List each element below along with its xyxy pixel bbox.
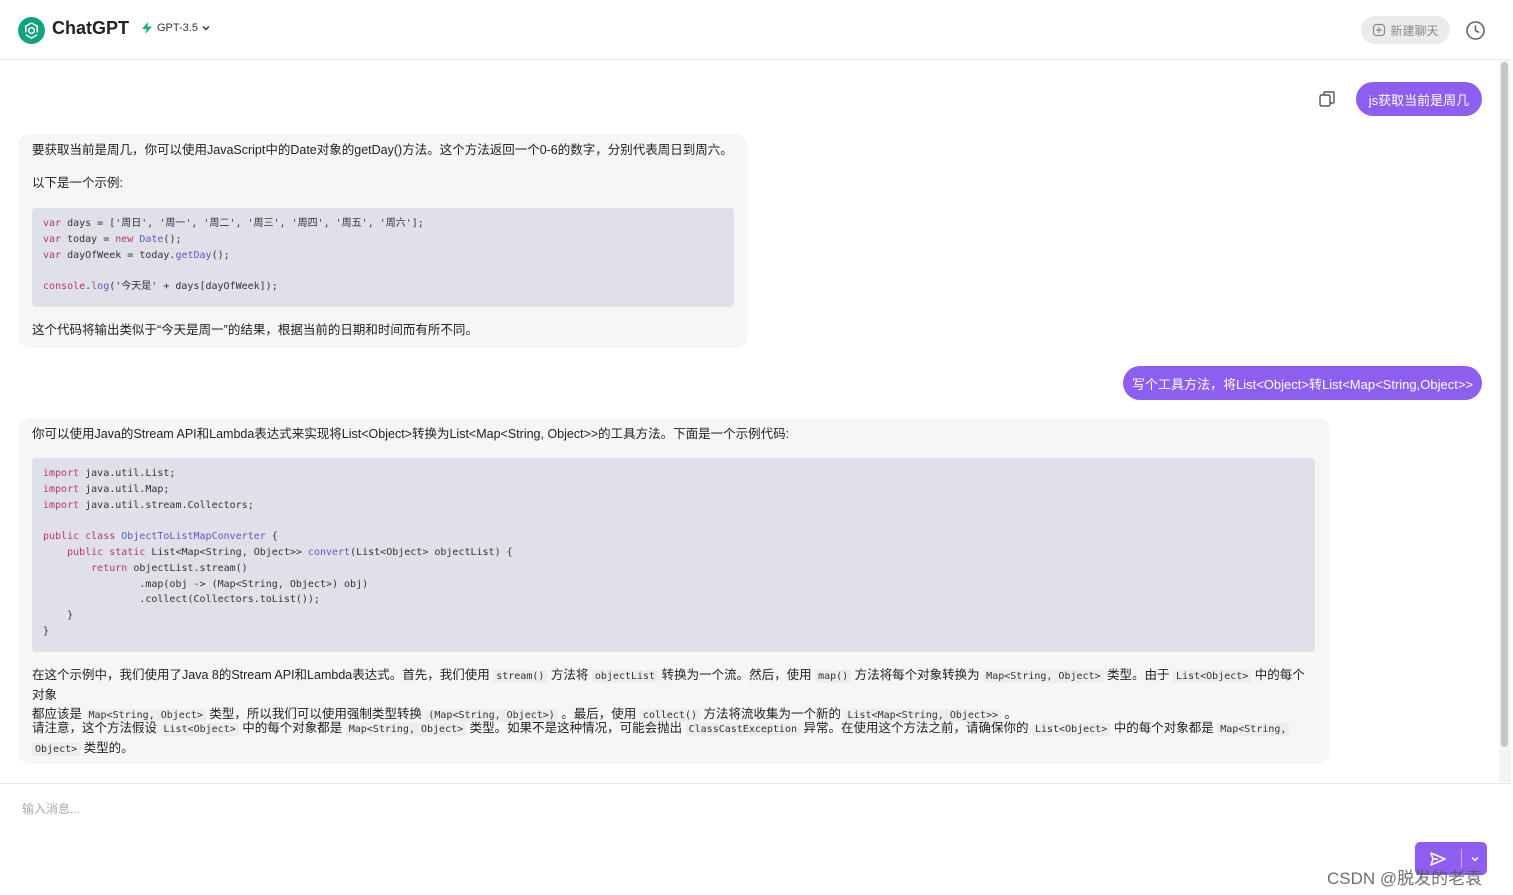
user-message-text: js获取当前是周几 [1368,92,1470,108]
chevron-down-icon [1471,856,1478,861]
watermark: CSDN @脱发的老袁 [1327,869,1483,888]
message-paragraph: 以下是一个示例: [32,176,123,190]
message-paragraph: 要获取当前是周几，你可以使用JavaScript中的Date对象的getDay(… [32,143,733,157]
message-paragraph: 你可以使用Java的Stream API和Lambda表达式来实现将List<O… [32,427,790,441]
lightning-icon [142,22,152,34]
app-title: ChatGPT [52,18,130,38]
new-chat-button[interactable]: 新建聊天 [1361,16,1450,44]
plus-square-icon [1373,23,1386,37]
clock-icon[interactable] [1465,20,1486,41]
assistant-message: 你可以使用Java的Stream API和Lambda表达式来实现将List<O… [18,418,1330,764]
message-paragraph: 请注意，这个方法假设 List<Object> 中的每个对象都是 Map<Str… [32,719,1317,759]
message-input[interactable] [20,796,1304,822]
message-paragraph: 这个代码将输出类似于“今天是周一”的结果，根据当前的日期和时间而有所不同。 [32,323,478,337]
chat-area[interactable]: js获取当前是周几 要获取当前是周几，你可以使用JavaScript中的Date… [0,60,1498,782]
input-area [0,783,1511,895]
new-chat-label: 新建聊天 [1390,23,1439,38]
copy-icon[interactable] [1318,90,1336,108]
user-message-text: 写个工具方法，将List<Object>转List<Map<String,Obj… [1131,376,1473,392]
user-message: 写个工具方法，将List<Object>转List<Map<String,Obj… [1123,366,1482,400]
user-message: js获取当前是周几 [1356,82,1482,116]
openai-logo-icon [18,17,45,44]
chevron-down-icon [202,26,210,31]
assistant-message: 要获取当前是周几，你可以使用JavaScript中的Date对象的getDay(… [18,134,748,348]
model-label: GPT-3.5 [157,22,198,34]
scrollbar-thumb[interactable] [1501,62,1508,747]
code-block: var days = ['周日', '周一', '周二', '周三', '周四'… [32,208,734,307]
message-paragraph: 在这个示例中，我们使用了Java 8的Stream API和Lambda表达式。… [32,668,1305,722]
model-selector[interactable]: GPT-3.5 [140,21,211,35]
header: ChatGPT GPT-3.5 新建聊天 [0,0,1511,60]
code-block: import java.util.List; import java.util.… [32,458,1315,652]
